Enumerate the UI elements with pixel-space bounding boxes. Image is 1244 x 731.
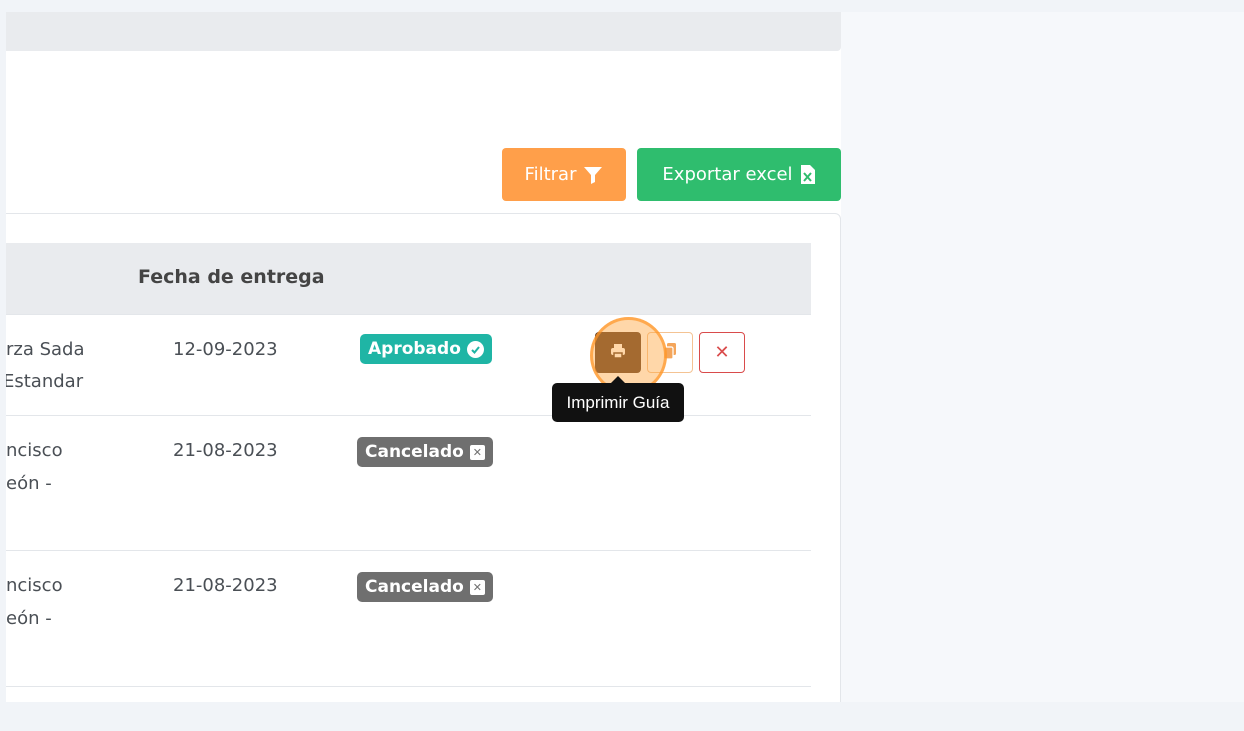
client-detail: eón -	[6, 473, 52, 494]
status-badge-cancelled: Cancelado ✕	[357, 572, 493, 602]
print-guide-button[interactable]	[595, 332, 641, 373]
tooltip-text: Imprimir Guía	[566, 392, 670, 412]
row-divider	[6, 686, 811, 687]
row-divider	[6, 415, 811, 416]
status-label: Cancelado	[365, 442, 464, 462]
export-excel-button[interactable]: Exportar excel	[637, 148, 841, 201]
close-square-icon: ✕	[469, 579, 485, 595]
export-button-label: Exportar excel	[662, 164, 793, 185]
status-badge-approved: Aprobado	[360, 334, 492, 364]
printer-icon	[609, 342, 627, 364]
right-panel	[841, 12, 1244, 702]
filter-icon	[583, 165, 603, 185]
client-name: rza Sada	[6, 339, 85, 360]
status-label: Aprobado	[368, 339, 461, 359]
check-circle-icon	[466, 340, 484, 358]
column-header-fecha-entrega: Fecha de entrega	[138, 266, 325, 288]
tooltip: Imprimir Guía	[552, 376, 684, 422]
delivery-date: 12-09-2023	[173, 339, 278, 360]
client-detail: Estandar	[6, 371, 84, 392]
delivery-date: 21-08-2023	[173, 440, 278, 461]
filter-button-label: Filtrar	[524, 164, 577, 185]
client-detail: eón -	[6, 608, 52, 629]
row-divider	[6, 550, 811, 551]
copy-icon	[662, 342, 678, 364]
page-frame: Filtrar Exportar excel Fecha de entrega …	[6, 12, 1244, 702]
client-name: ncisco	[6, 440, 63, 461]
top-bar	[6, 12, 841, 51]
status-badge-cancelled: Cancelado ✕	[357, 437, 493, 467]
delivery-date: 21-08-2023	[173, 575, 278, 596]
close-square-icon: ✕	[469, 444, 485, 460]
delete-button[interactable]: ✕	[699, 332, 745, 373]
close-icon: ✕	[714, 342, 730, 363]
table-header	[6, 243, 811, 314]
status-label: Cancelado	[365, 577, 464, 597]
row-divider	[6, 314, 811, 315]
client-name: ncisco	[6, 575, 63, 596]
excel-file-icon	[800, 164, 816, 185]
copy-button[interactable]	[647, 332, 693, 373]
filter-button[interactable]: Filtrar	[502, 148, 626, 201]
